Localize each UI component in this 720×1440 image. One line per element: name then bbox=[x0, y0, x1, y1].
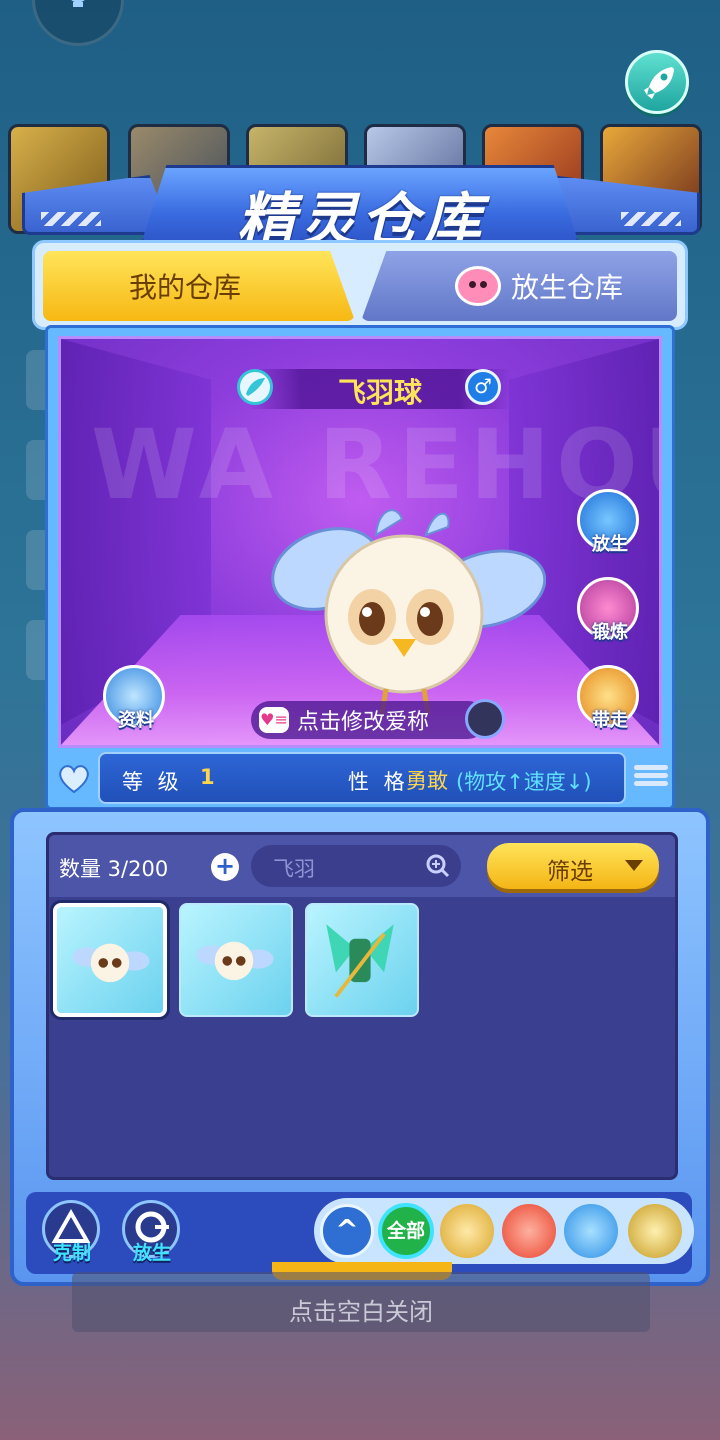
batch-release-button[interactable]: 放生 bbox=[122, 1200, 180, 1264]
nickname-hint: 点击修改爱称 bbox=[297, 710, 430, 735]
feather-ball-pet-sprite bbox=[271, 509, 546, 715]
train-pet-button[interactable]: 锻炼 bbox=[577, 577, 639, 643]
male-gender-icon: ♂ bbox=[465, 369, 501, 405]
storage-count: 数量 3/200 bbox=[59, 857, 169, 881]
type-filter-all[interactable]: 全部 bbox=[378, 1203, 434, 1259]
tab-bar: 我的仓库 放生仓库 bbox=[32, 240, 688, 330]
train-label: 锻炼 bbox=[592, 622, 628, 643]
type-filter-electric-icon[interactable] bbox=[628, 1204, 682, 1258]
pet-slot[interactable] bbox=[305, 903, 419, 1017]
feather-ball-thumbnail bbox=[72, 943, 150, 983]
bulb-icon bbox=[71, 0, 85, 7]
chevron-down-icon bbox=[625, 860, 643, 871]
tab-my-storage[interactable]: 我的仓库 bbox=[43, 251, 355, 321]
type-filter-water-icon[interactable] bbox=[564, 1204, 618, 1258]
search-icon[interactable] bbox=[425, 853, 451, 879]
pencil-edit-icon bbox=[465, 699, 505, 739]
nature-label: 性 格 bbox=[348, 770, 409, 794]
heart-tag-icon: ♥≡ bbox=[259, 707, 289, 733]
carry-pet-button[interactable]: 带走 bbox=[577, 665, 639, 731]
counter-label: 克制 bbox=[52, 1242, 91, 1264]
nature-value: 勇敢 bbox=[406, 769, 448, 793]
storage-list: 数量 3/200 + 飞羽 筛选 bbox=[46, 832, 678, 1180]
pet-info-button[interactable]: 资料 bbox=[103, 665, 165, 731]
top-bulb-button[interactable] bbox=[32, 0, 124, 46]
carry-label: 带走 bbox=[592, 710, 628, 731]
info-label: 资料 bbox=[118, 710, 154, 731]
release-label: 放生 bbox=[592, 534, 628, 555]
type-filter-fire-icon[interactable] bbox=[502, 1204, 556, 1258]
pet-stage: WA REHOU SE 飞羽球 ♂ 放生 锻炼 bbox=[58, 336, 662, 748]
nature-effect: (物攻↑速度↓) bbox=[456, 770, 592, 794]
release-label: 放生 bbox=[132, 1242, 171, 1264]
type-filter-bar: ^ 全部 bbox=[314, 1198, 694, 1264]
pet-stats-bar: 等 级 1 性 格 勇敢 (物攻↑速度↓) bbox=[98, 752, 626, 804]
type-counter-button[interactable]: 克制 bbox=[42, 1200, 100, 1264]
filter-label: 筛选 bbox=[547, 859, 593, 885]
tab-release-storage[interactable]: 放生仓库 bbox=[361, 251, 677, 321]
armored-spirit-thumbnail bbox=[326, 924, 394, 998]
close-hint[interactable]: 点击空白关闭 bbox=[72, 1272, 650, 1332]
pet-slot[interactable] bbox=[53, 903, 167, 1017]
menu-icon[interactable] bbox=[634, 762, 668, 796]
header: 精灵仓库 bbox=[22, 165, 700, 254]
rocket-icon bbox=[644, 67, 674, 99]
tab-release-label: 放生仓库 bbox=[510, 271, 623, 304]
storage-panel: 数量 3/200 + 飞羽 筛选 克制 放生 ^ 全部 bbox=[10, 808, 710, 1286]
level-value: 1 bbox=[200, 765, 215, 789]
wing-attribute-icon bbox=[237, 369, 273, 405]
filter-dropdown[interactable]: 筛选 bbox=[487, 843, 659, 889]
release-pet-button[interactable]: 放生 bbox=[577, 489, 639, 555]
edit-nickname-button[interactable]: ♥≡ 点击修改爱称 bbox=[251, 699, 505, 739]
feather-ball-thumbnail bbox=[196, 941, 274, 981]
type-filter-earth-icon[interactable] bbox=[440, 1204, 494, 1258]
pig-mascot-icon bbox=[454, 266, 501, 306]
storage-toolbar: 数量 3/200 + 飞羽 筛选 bbox=[49, 835, 675, 897]
search-input[interactable]: 飞羽 bbox=[251, 845, 461, 887]
pet-display-panel: WA REHOU SE 飞羽球 ♂ 放生 锻炼 bbox=[45, 325, 675, 810]
level-label: 等 级 bbox=[122, 770, 183, 794]
collapse-up-button[interactable]: ^ bbox=[320, 1204, 374, 1258]
rocket-button[interactable] bbox=[625, 50, 689, 114]
heart-icon[interactable] bbox=[56, 760, 92, 796]
search-value: 飞羽 bbox=[273, 857, 315, 881]
add-capacity-button[interactable]: + bbox=[211, 853, 239, 881]
pet-slot[interactable] bbox=[179, 903, 293, 1017]
